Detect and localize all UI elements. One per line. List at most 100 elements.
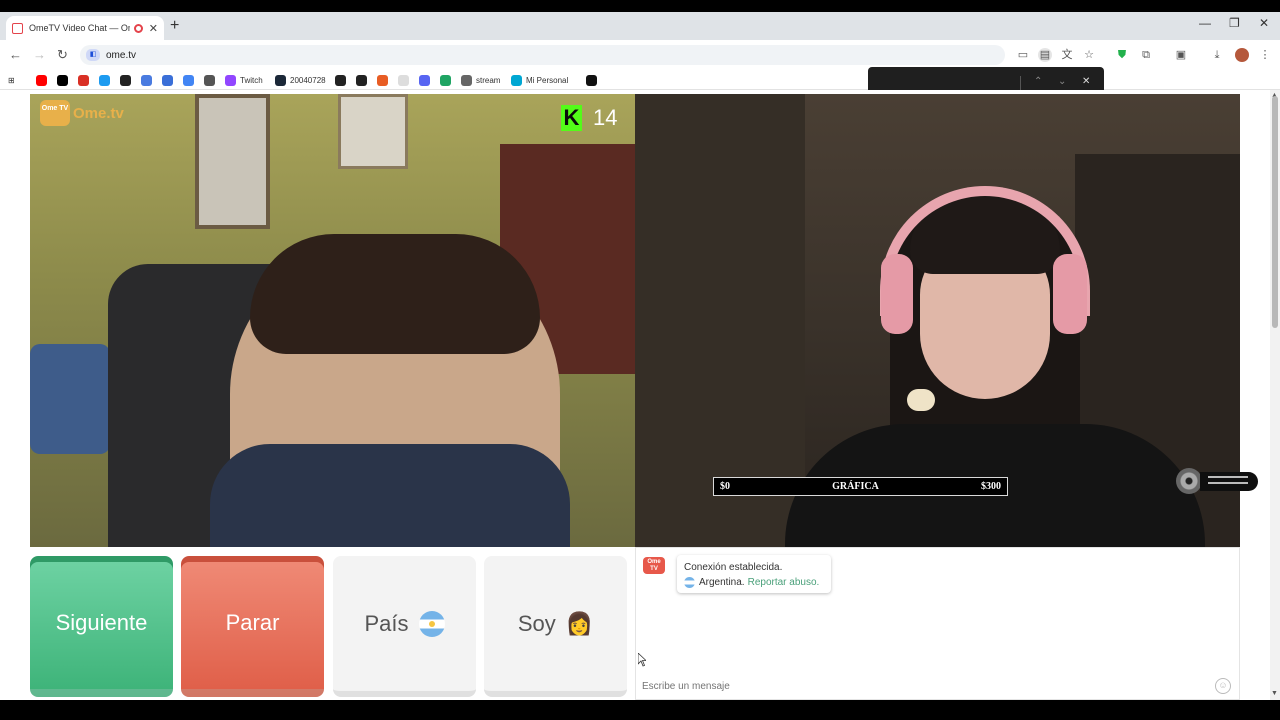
os-top-bar	[0, 0, 1280, 12]
rating-overlay-bar: $0 GRÁFICA $300	[713, 477, 1008, 496]
gmail-icon	[78, 74, 89, 86]
scroll-down-icon[interactable]: ▼	[1271, 690, 1278, 697]
shield-extension-icon[interactable]: ⛊	[1115, 48, 1129, 62]
extensions-icon[interactable]: ⧉	[1139, 48, 1153, 62]
drive-icon	[440, 74, 451, 86]
next-button[interactable]: Siguiente	[30, 556, 173, 697]
find-previous-button[interactable]: ⌃	[1034, 76, 1042, 87]
bookmark-item[interactable]	[419, 73, 434, 87]
system-message: Conexión establecida. Argentina. Reporta…	[677, 555, 831, 593]
stop-label: Parar	[225, 609, 280, 635]
gender-label: Soy	[517, 610, 556, 636]
roblox-icon	[120, 74, 131, 86]
edge-icon	[99, 74, 110, 86]
pillow	[30, 344, 110, 454]
downloads-icon[interactable]: ⤓	[1210, 48, 1224, 62]
ometv-favicon-icon	[12, 22, 23, 34]
bookmark-item[interactable]	[586, 73, 601, 87]
new-tab-button[interactable]: +	[170, 16, 179, 36]
twitch-icon	[225, 74, 236, 86]
tab-ometv[interactable]: OmeTV Video Chat — Ome ✕	[6, 16, 164, 40]
bookmark-item[interactable]: stream	[461, 73, 500, 87]
scrollbar-thumb[interactable]	[1272, 96, 1278, 328]
tab-close-icon[interactable]: ✕	[149, 22, 158, 35]
streamer-shirt	[210, 444, 570, 547]
bookmark-item[interactable]	[36, 73, 51, 87]
overlay-left-value: $0	[720, 481, 730, 492]
minimize-button[interactable]: —	[1199, 16, 1211, 30]
bookmark-star-icon[interactable]: ☆	[1082, 48, 1096, 62]
message-input[interactable]	[636, 676, 1216, 696]
country-label: País	[364, 610, 409, 636]
cast-icon[interactable]: ▭	[1016, 48, 1030, 62]
address-bar[interactable]: ◧ ome.tv	[80, 45, 1005, 65]
site-info-icon[interactable]: ◧	[86, 49, 100, 61]
overlay-center-label: GRÁFICA	[832, 481, 879, 492]
find-close-button[interactable]: ✕	[1082, 76, 1090, 87]
bookmark-item[interactable]	[356, 73, 371, 87]
flame-icon	[377, 74, 388, 86]
ometv-logo[interactable]: Ome TV Ome.tv	[40, 100, 124, 126]
close-window-button[interactable]: ✕	[1259, 16, 1269, 30]
headphone-cup-right	[1053, 254, 1087, 334]
translate-icon[interactable]: 文	[1060, 48, 1074, 62]
apps-grid-icon[interactable]: ⊞	[8, 73, 15, 87]
bookmark-item[interactable]	[78, 73, 93, 87]
sidebar-icon[interactable]: ▣	[1174, 48, 1188, 62]
bookmark-item[interactable]: Mi Personal	[511, 73, 568, 87]
report-abuse-link[interactable]: Reportar abuso.	[748, 575, 820, 590]
woman-emoji-icon: 👩	[565, 610, 594, 636]
bookmark-label: 20040728	[290, 75, 326, 85]
tiktok-icon	[586, 74, 597, 86]
bookmark-item[interactable]	[141, 73, 156, 87]
folder-icon	[461, 74, 472, 86]
menu-icon[interactable]: ⋮	[1258, 48, 1272, 62]
pen-icon	[356, 74, 367, 86]
chat-flag-icon	[684, 577, 695, 588]
bookmark-item[interactable]	[377, 73, 392, 87]
connection-status: Conexión establecida.	[684, 562, 783, 573]
gender-button[interactable]: Soy 👩	[484, 556, 627, 697]
music-widget	[1200, 472, 1258, 491]
os-bottom-bar	[0, 700, 1280, 720]
mouse-cursor-icon	[638, 653, 646, 667]
viewer-badge: K 14	[561, 105, 617, 131]
bookmark-item[interactable]	[120, 73, 135, 87]
profile-avatar[interactable]	[1235, 48, 1249, 62]
bookmark-item[interactable]	[162, 73, 177, 87]
ometv-logo-icon: Ome TV	[40, 100, 70, 126]
bookmark-item[interactable]	[57, 73, 72, 87]
back-button[interactable]: ←	[9, 47, 22, 62]
maximize-button[interactable]: ❐	[1229, 16, 1240, 30]
bookmark-item[interactable]	[204, 73, 219, 87]
bird-icon	[162, 74, 173, 86]
chat-ometv-icon: Ome TV	[643, 557, 665, 574]
music-disc-icon	[1176, 468, 1202, 494]
bookmark-item[interactable]: 20040728	[275, 73, 326, 87]
url-text: ome.tv	[106, 49, 137, 61]
stop-button[interactable]: Parar	[181, 556, 324, 697]
tab-title: OmeTV Video Chat — Ome	[29, 23, 130, 33]
kick-icon: K	[561, 105, 582, 131]
bookmark-label: stream	[476, 75, 501, 85]
scrollbar[interactable]: ▲ ▼	[1270, 90, 1280, 700]
country-button[interactable]: País	[333, 556, 476, 697]
bookmark-item[interactable]	[398, 73, 413, 87]
headphone-cup-left	[881, 254, 913, 334]
forward-button[interactable]: →	[33, 47, 46, 62]
bookmark-item[interactable]	[440, 73, 455, 87]
bookmark-item[interactable]	[99, 73, 114, 87]
partner-country: Argentina.	[699, 577, 745, 588]
youtube-icon	[36, 74, 47, 86]
google-icon	[183, 74, 194, 86]
emoji-picker-icon[interactable]: ☺	[1215, 678, 1231, 694]
steam-icon	[275, 74, 286, 86]
find-next-button[interactable]: ⌄	[1058, 76, 1066, 87]
bookmark-item[interactable]	[335, 73, 350, 87]
bookmark-item[interactable]: Twitch	[225, 73, 263, 87]
local-video	[30, 94, 635, 547]
bookmark-item[interactable]	[183, 73, 198, 87]
page-icon[interactable]: ▤	[1038, 48, 1052, 62]
reload-button[interactable]: ↻	[57, 47, 68, 63]
headset-mic	[907, 389, 935, 411]
